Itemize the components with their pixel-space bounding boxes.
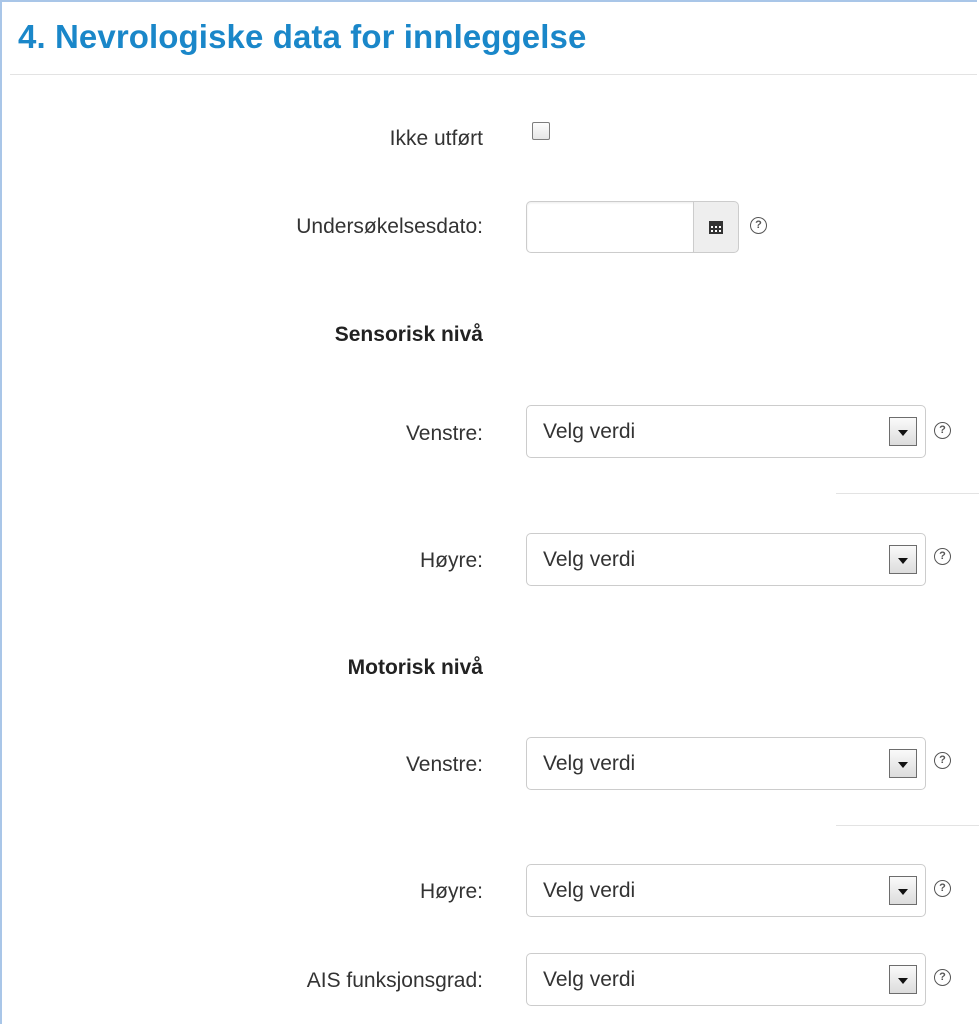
sensory-left-select[interactable]: Velg verdi	[526, 405, 926, 458]
ais-grade-value: Velg verdi	[543, 968, 636, 991]
sensory-left-help-icon[interactable]: ?	[934, 422, 951, 439]
exam-date-label: Undersøkelsesdato:	[296, 215, 483, 238]
sensory-level-heading: Sensorisk nivå	[334, 323, 483, 346]
sensory-left-label: Venstre:	[405, 422, 483, 445]
not-performed-label: Ikke utført	[389, 127, 483, 150]
motor-left-help-icon[interactable]: ?	[934, 752, 951, 769]
ais-grade-select[interactable]: Velg verdi	[526, 953, 926, 1006]
divider	[836, 493, 979, 494]
motor-left-value: Velg verdi	[543, 752, 636, 775]
motor-right-label: Høyre:	[420, 880, 483, 903]
motor-left-select[interactable]: Velg verdi	[526, 737, 926, 790]
divider	[836, 825, 979, 826]
chevron-down-icon	[889, 545, 917, 574]
chevron-down-icon	[889, 749, 917, 778]
motor-level-heading: Motorisk nivå	[347, 656, 483, 679]
sensory-right-value: Velg verdi	[543, 548, 636, 571]
title-divider	[10, 74, 977, 75]
chevron-down-icon	[889, 876, 917, 905]
motor-right-help-icon[interactable]: ?	[934, 880, 951, 897]
chevron-down-icon	[889, 965, 917, 994]
sensory-right-label: Høyre:	[420, 549, 483, 572]
exam-date-input[interactable]	[526, 201, 694, 253]
sensory-left-value: Velg verdi	[543, 420, 636, 443]
sensory-right-help-icon[interactable]: ?	[934, 548, 951, 565]
calendar-button[interactable]	[693, 201, 739, 253]
sensory-right-select[interactable]: Velg verdi	[526, 533, 926, 586]
section-title: 4. Nevrologiske data for innleggelse	[18, 18, 587, 55]
calendar-icon	[709, 221, 723, 234]
motor-right-select[interactable]: Velg verdi	[526, 864, 926, 917]
exam-date-help-icon[interactable]: ?	[750, 217, 767, 234]
motor-left-label: Venstre:	[405, 753, 483, 776]
ais-grade-help-icon[interactable]: ?	[934, 969, 951, 986]
not-performed-checkbox[interactable]	[532, 122, 550, 140]
chevron-down-icon	[889, 417, 917, 446]
motor-right-value: Velg verdi	[543, 879, 636, 902]
ais-grade-label: AIS funksjonsgrad:	[306, 969, 483, 992]
